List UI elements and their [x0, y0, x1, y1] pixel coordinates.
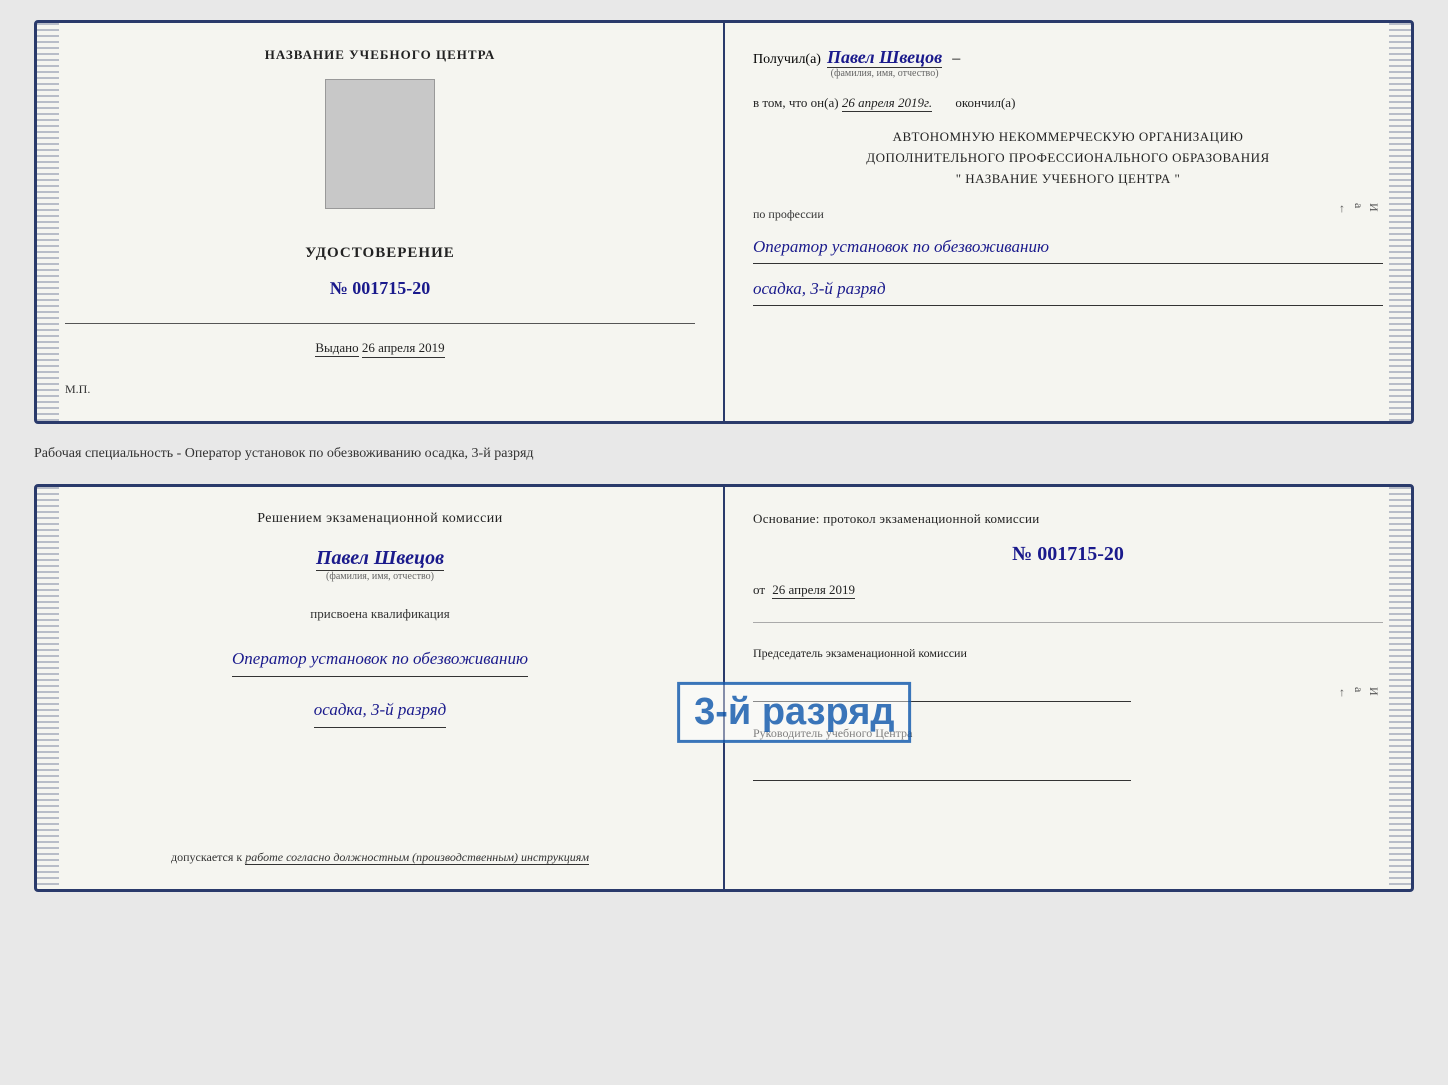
decision-label: Решением экзаменационной комиссии [257, 511, 503, 527]
completed-date: 26 апреля 2019г. [842, 95, 932, 112]
between-label: Рабочая специальность - Оператор установ… [34, 442, 1414, 466]
osnov-label: Основание: протокол экзаменационной коми… [753, 511, 1383, 527]
date-prefix: от [753, 582, 765, 597]
divider-1 [753, 622, 1383, 623]
completed-suffix: окончил(а) [955, 95, 1015, 110]
cert-number: № 001715-20 [330, 278, 431, 299]
doc1-right: Получил(а) Павел Швецов (фамилия, имя, о… [725, 23, 1411, 421]
right-edge-chars: И а ← [1336, 203, 1381, 218]
doc2-left: Решением экзаменационной комиссии Павел … [37, 487, 725, 889]
допускается-block: допускается к работе согласно должностны… [171, 850, 589, 865]
doc2-name: Павел Швецов [316, 547, 444, 571]
osnov-date: от 26 апреля 2019 [753, 582, 1383, 598]
chairman-sign-line [753, 678, 1131, 702]
fio-label-2: (фамилия, имя, отчество) [316, 571, 444, 582]
org-block: АВТОНОМНУЮ НЕКОММЕРЧЕСКУЮ ОРГАНИЗАЦИЮ ДО… [753, 127, 1383, 189]
org-line1: АВТОНОМНУЮ НЕКОММЕРЧЕСКУЮ ОРГАНИЗАЦИЮ [753, 127, 1383, 148]
photo-placeholder [325, 79, 435, 209]
chairman-label: Председатель экзаменационной комиссии [753, 645, 1383, 662]
допускается-label: допускается к [171, 850, 242, 864]
received-block: Получил(а) Павел Швецов (фамилия, имя, о… [753, 47, 1383, 79]
page-wrapper: НАЗВАНИЕ УЧЕБНОГО ЦЕНТРА УДОСТОВЕРЕНИЕ №… [34, 20, 1414, 892]
doc1-center-title: НАЗВАНИЕ УЧЕБНОГО ЦЕНТРА [265, 47, 496, 63]
fio-label-1: (фамилия, имя, отчество) [827, 68, 942, 79]
rukov-sign-line [753, 757, 1131, 781]
doc2-rank: осадка, 3-й разряд [314, 693, 447, 728]
issued-date: 26 апреля 2019 [362, 340, 445, 358]
qualification-label: присвоена квалификация [310, 606, 449, 622]
recipient-name: Павел Швецов [827, 47, 942, 68]
org-line2: ДОПОЛНИТЕЛЬНОГО ПРОФЕССИОНАЛЬНОГО ОБРАЗО… [753, 148, 1383, 169]
rukov-label: Руководитель учебного Центра [753, 726, 1383, 741]
допускается-value: работе согласно должностным (производств… [245, 850, 589, 865]
rank-value: осадка, 3-й разряд [753, 274, 1383, 306]
date-value: 26 апреля 2019 [772, 582, 855, 599]
doc2-right: Основание: протокол экзаменационной коми… [725, 487, 1411, 889]
right-edge-chars-2: И а ← [1336, 687, 1381, 702]
document-1: НАЗВАНИЕ УЧЕБНОГО ЦЕНТРА УДОСТОВЕРЕНИЕ №… [34, 20, 1414, 424]
doc2-profession: Оператор установок по обезвоживанию [232, 642, 528, 677]
doc1-left: НАЗВАНИЕ УЧЕБНОГО ЦЕНТРА УДОСТОВЕРЕНИЕ №… [37, 23, 725, 421]
document-2: Решением экзаменационной комиссии Павел … [34, 484, 1414, 892]
cert-label: УДОСТОВЕРЕНИЕ [305, 245, 455, 262]
completed-prefix: в том, что он(а) [753, 95, 839, 110]
profession-label: по профессии [753, 207, 1383, 222]
org-line3: " НАЗВАНИЕ УЧЕБНОГО ЦЕНТРА " [753, 169, 1383, 190]
completed-block: в том, что он(а) 26 апреля 2019г. окончи… [753, 95, 1383, 111]
mp-label: М.П. [65, 382, 90, 397]
issued-label: Выдано [315, 340, 358, 357]
issued-line: Выдано 26 апреля 2019 [315, 340, 444, 358]
osnov-number: № 001715-20 [753, 543, 1383, 566]
profession-value: Оператор установок по обезвоживанию [753, 232, 1383, 264]
received-prefix: Получил(а) [753, 52, 821, 68]
